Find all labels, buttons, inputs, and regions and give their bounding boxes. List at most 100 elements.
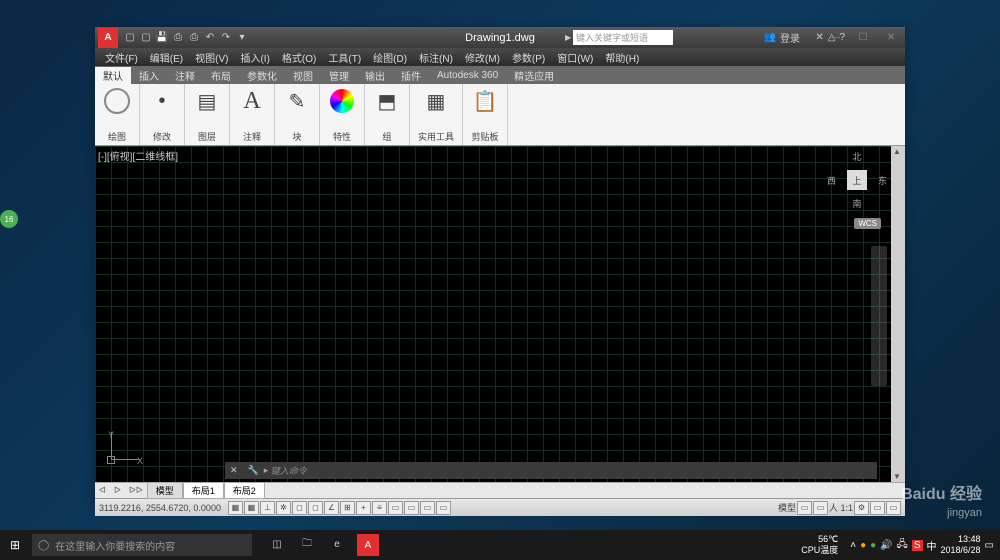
panel-draw[interactable]: 绘图 <box>95 84 140 145</box>
tab-view[interactable]: 视图 <box>285 67 321 84</box>
start-button[interactable]: ⊞ <box>0 530 30 560</box>
tab-parametric[interactable]: 参数化 <box>239 67 285 84</box>
tray-net-icon[interactable]: 🖧 <box>897 537 908 554</box>
qat-more-icon[interactable]: ▾ <box>235 31 249 45</box>
tray-4-icon[interactable]: 中 <box>927 538 937 553</box>
tray-volume-icon[interactable]: 🔊 <box>880 540 892 551</box>
tab-a360[interactable]: Autodesk 360 <box>429 69 506 82</box>
sb-r5[interactable]: ▭ <box>886 501 901 515</box>
taskbar: ⊞ ◯ 在这里输入你要搜索的内容 ◫ 🗀 e A 56℃CPU温度 ˄ ● ● … <box>0 530 1000 560</box>
autocad-task-icon[interactable]: A <box>357 534 379 556</box>
drawing-canvas[interactable]: [-][俯视][二维线框] 北 南 东 西 上 WCS Y X ✕ 🔧 ▸ 键入… <box>95 146 905 482</box>
tab-layout2[interactable]: 布局2 <box>224 482 265 499</box>
menu-file[interactable]: 文件(F) <box>100 49 143 66</box>
sb-lwt[interactable]: ≡ <box>372 501 387 515</box>
login-area[interactable]: 👥 登录 <box>764 30 800 45</box>
wcs-badge[interactable]: WCS <box>854 218 881 229</box>
cmd-close-icon[interactable]: ✕ <box>225 465 243 476</box>
sb-ducs[interactable]: ⊞ <box>340 501 355 515</box>
tab-layout1[interactable]: 布局1 <box>183 482 224 499</box>
tab-manage[interactable]: 管理 <box>321 67 357 84</box>
sb-sc[interactable]: ▭ <box>420 501 435 515</box>
panel-clipboard[interactable]: 📋剪贴板 <box>463 84 508 145</box>
sb-scale[interactable]: 人 1:1 <box>829 501 853 514</box>
sb-r3[interactable]: ⚙ <box>854 501 869 515</box>
print-icon[interactable]: ⎙ <box>187 31 201 45</box>
sb-snap[interactable]: ▦ <box>228 501 243 515</box>
redo-icon[interactable]: ↷ <box>219 31 233 45</box>
vc-top[interactable]: 上 <box>847 170 867 190</box>
scrollbar-vertical[interactable] <box>891 146 905 482</box>
sb-model-label[interactable]: 模型 <box>778 501 796 514</box>
panel-block[interactable]: ✎块 <box>275 84 320 145</box>
menu-insert[interactable]: 插入(I) <box>235 49 274 66</box>
sb-r1[interactable]: ▭ <box>797 501 812 515</box>
menu-draw[interactable]: 绘图(D) <box>368 49 412 66</box>
sb-r4[interactable]: ▭ <box>870 501 885 515</box>
app-logo-icon[interactable]: A <box>98 28 118 48</box>
panel-utilities[interactable]: ▦实用工具 <box>410 84 463 145</box>
taskbar-search[interactable]: ◯ 在这里输入你要搜索的内容 <box>32 534 252 556</box>
viewport-label[interactable]: [-][俯视][二维线框] <box>98 148 178 163</box>
menu-dimension[interactable]: 标注(N) <box>414 49 458 66</box>
panel-layer[interactable]: ▤图层 <box>185 84 230 145</box>
sb-3dosnap[interactable]: ◻ <box>308 501 323 515</box>
tab-scroll-end[interactable]: ᐅᐅ <box>125 485 147 496</box>
panel-properties[interactable]: 特性 <box>320 84 365 145</box>
menu-format[interactable]: 格式(O) <box>277 49 321 66</box>
tab-layout[interactable]: 布局 <box>203 67 239 84</box>
tab-model[interactable]: 模型 <box>147 482 183 499</box>
tray-up-icon[interactable]: ˄ <box>850 540 856 551</box>
notification-icon[interactable]: ▭ <box>985 540 994 551</box>
panel-group[interactable]: ⬒组 <box>365 84 410 145</box>
minimize-button[interactable]: — <box>821 28 849 48</box>
viewcube[interactable]: 北 南 东 西 上 <box>831 154 883 206</box>
menu-param[interactable]: 参数(P) <box>507 49 550 66</box>
open-icon[interactable]: ▢ <box>139 31 153 45</box>
menu-window[interactable]: 窗口(W) <box>552 49 598 66</box>
tray-ime-icon[interactable]: S <box>912 540 923 551</box>
panel-annotate[interactable]: A注释 <box>230 84 275 145</box>
tab-output[interactable]: 输出 <box>357 67 393 84</box>
cpu-temp[interactable]: 56℃CPU温度 <box>801 534 838 556</box>
sb-ortho[interactable]: ⊥ <box>260 501 275 515</box>
navigation-bar[interactable] <box>871 246 887 386</box>
undo-icon[interactable]: ↶ <box>203 31 217 45</box>
menu-tools[interactable]: 工具(T) <box>323 49 366 66</box>
tab-insert[interactable]: 插入 <box>131 67 167 84</box>
search-input[interactable]: 键入关键字或短语 <box>573 30 673 45</box>
sb-qp[interactable]: ▭ <box>404 501 419 515</box>
edge-icon[interactable]: e <box>327 534 347 554</box>
tab-scroll-right[interactable]: ᐅ <box>110 485 125 496</box>
command-line[interactable]: ✕ 🔧 ▸ 键入命令 <box>225 462 877 479</box>
taskview-icon[interactable]: ◫ <box>267 534 287 554</box>
tab-default[interactable]: 默认 <box>95 67 131 84</box>
tab-plugins[interactable]: 插件 <box>393 67 429 84</box>
menu-modify[interactable]: 修改(M) <box>460 49 505 66</box>
sb-am[interactable]: ▭ <box>436 501 451 515</box>
maximize-button[interactable]: ☐ <box>849 28 877 48</box>
sb-dyn[interactable]: + <box>356 501 371 515</box>
tray-2-icon[interactable]: ● <box>870 540 876 551</box>
new-icon[interactable]: ▢ <box>123 31 137 45</box>
sb-r2[interactable]: ▭ <box>813 501 828 515</box>
tray-1-icon[interactable]: ● <box>860 540 866 551</box>
menu-help[interactable]: 帮助(H) <box>600 49 644 66</box>
explorer-icon[interactable]: 🗀 <box>297 534 317 554</box>
tab-annotate[interactable]: 注释 <box>167 67 203 84</box>
sb-otrack[interactable]: ∠ <box>324 501 339 515</box>
tab-featured[interactable]: 精选应用 <box>506 67 562 84</box>
close-button[interactable]: ✕ <box>877 28 905 48</box>
sb-grid[interactable]: ▦ <box>244 501 259 515</box>
sb-polar[interactable]: ✲ <box>276 501 291 515</box>
sb-osnap[interactable]: ◻ <box>292 501 307 515</box>
sb-tpy[interactable]: ▭ <box>388 501 403 515</box>
tab-scroll-left[interactable]: ᐊ <box>95 485 110 496</box>
panel-modify[interactable]: •修改 <box>140 84 185 145</box>
save-icon[interactable]: 💾 <box>155 31 169 45</box>
menu-edit[interactable]: 编辑(E) <box>145 49 188 66</box>
menu-view[interactable]: 视图(V) <box>190 49 233 66</box>
cmd-wrench-icon[interactable]: 🔧 <box>243 465 264 476</box>
saveas-icon[interactable]: ⎙ <box>171 31 185 45</box>
clock[interactable]: 13:482018/6/28 <box>941 534 981 556</box>
